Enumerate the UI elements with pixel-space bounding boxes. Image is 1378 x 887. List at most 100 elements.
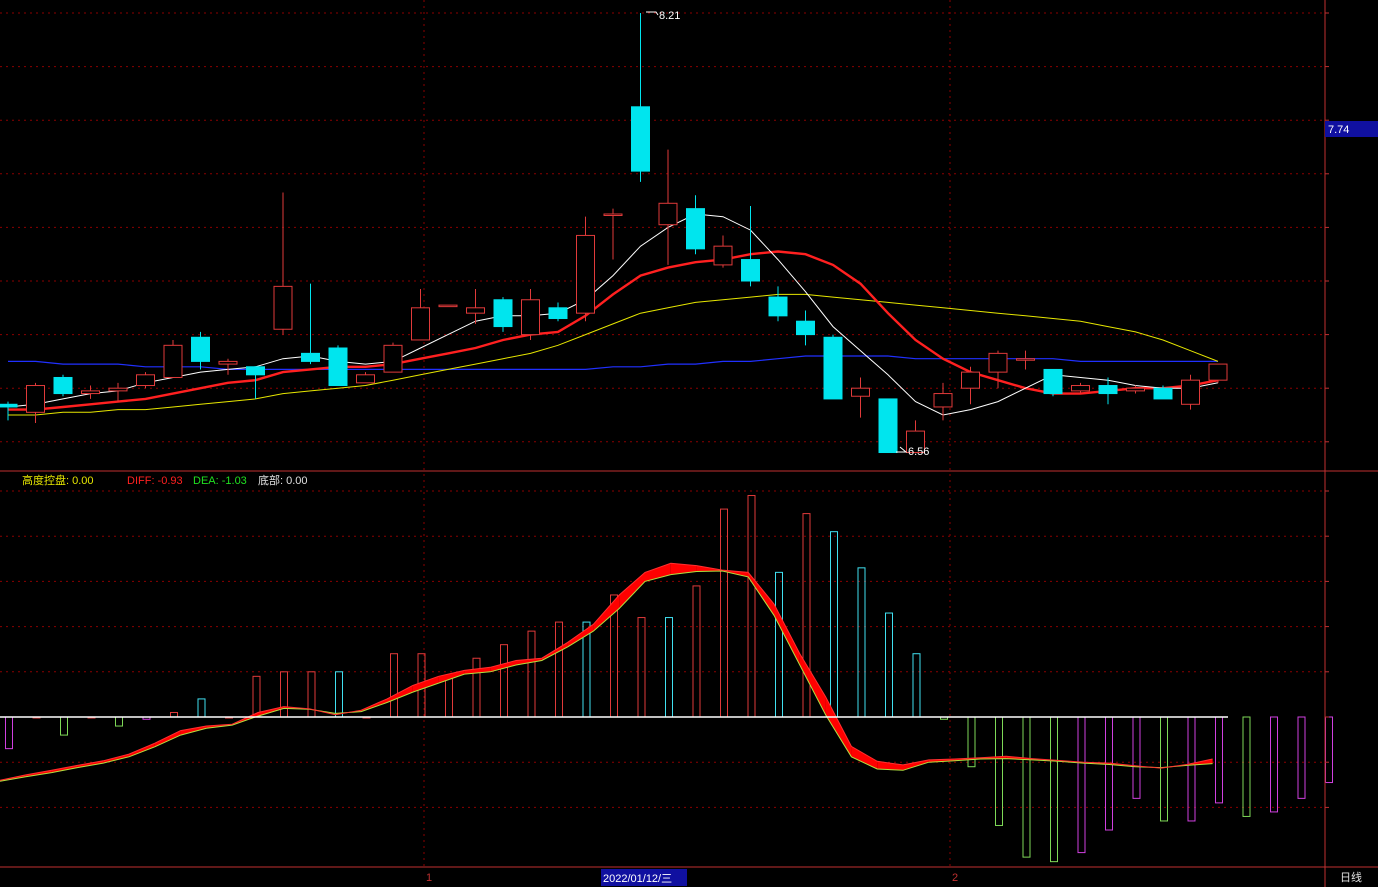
down-candle xyxy=(328,347,348,387)
macd-band-segment xyxy=(851,746,878,769)
stock-chart[interactable]: 7.74 8.21 6.56 高度控盘: 0.00 DIFF: -0.93 DE… xyxy=(0,0,1378,887)
up-candle xyxy=(1126,387,1145,392)
macd-band-segment xyxy=(438,670,465,684)
macd-histogram-bar xyxy=(1187,716,1196,822)
macd-histogram-bar xyxy=(500,644,508,718)
up-candle xyxy=(1071,385,1090,392)
up-candle xyxy=(1016,358,1035,361)
macd-band-segment xyxy=(774,604,800,666)
macd-histogram-bar xyxy=(60,716,68,736)
macd-histogram-bar xyxy=(885,612,893,718)
dea-line xyxy=(0,570,1213,782)
up-candle xyxy=(136,374,155,387)
up-candle xyxy=(218,360,238,365)
macd-histogram-bar xyxy=(5,716,13,750)
macd-histogram-bar xyxy=(857,567,866,718)
up-candle xyxy=(603,213,623,216)
macd-histogram-bar xyxy=(527,630,536,718)
month-marker-2: 2 xyxy=(952,872,958,884)
macd-histogram-bar xyxy=(115,716,123,727)
current-price-tag: 7.74 xyxy=(1328,124,1349,136)
up-candle xyxy=(933,393,953,408)
down-candle xyxy=(548,307,568,320)
legend-bottom: 底部: 0.00 xyxy=(258,473,308,487)
macd-band-segment xyxy=(799,653,826,715)
macd-histogram-bar xyxy=(720,508,728,718)
down-candle xyxy=(768,296,788,317)
down-candle xyxy=(191,336,210,362)
down-candle xyxy=(0,403,18,408)
macd-histogram-bar xyxy=(1022,716,1031,858)
up-candle xyxy=(81,390,100,395)
macd-histogram-bar xyxy=(995,716,1003,826)
up-candle xyxy=(273,285,293,330)
price-axis xyxy=(0,0,1378,887)
down-candle xyxy=(823,336,843,400)
date-badge[interactable]: 2022/01/12/三 xyxy=(603,873,672,885)
macd-histogram-bar xyxy=(390,653,398,718)
up-candle xyxy=(576,234,595,314)
up-candle xyxy=(438,304,458,308)
up-candle xyxy=(356,374,375,384)
macd-histogram-bar xyxy=(280,671,288,718)
macd-histogram-bar xyxy=(1325,716,1333,784)
up-candle xyxy=(466,307,485,314)
macd-band-segment xyxy=(645,563,671,582)
up-candle xyxy=(108,387,128,392)
up-candle xyxy=(26,385,45,413)
down-candle xyxy=(53,376,73,395)
down-candle xyxy=(493,299,513,328)
macd-histogram-bar xyxy=(1050,716,1058,863)
macd-histogram-bar xyxy=(1297,716,1306,799)
down-candle xyxy=(878,398,898,454)
up-candle xyxy=(521,299,540,336)
down-candle xyxy=(1153,387,1173,400)
high-price-label: 8.21 xyxy=(659,10,680,22)
high-marker-icon xyxy=(646,11,659,16)
macd-band-segment xyxy=(593,594,620,632)
macd-histogram-bar xyxy=(692,585,701,718)
down-candle xyxy=(1098,385,1118,395)
down-candle xyxy=(301,352,320,362)
macd-histogram-bar xyxy=(1077,716,1086,854)
macd-band-segment xyxy=(619,572,645,609)
up-candle xyxy=(1181,379,1200,405)
ma-blue-line xyxy=(8,355,1218,370)
macd-histogram-bar xyxy=(775,571,783,718)
low-price-label: 6.56 xyxy=(908,446,929,458)
macd-histogram-bar xyxy=(252,675,261,718)
up-candle xyxy=(411,307,430,341)
up-candle xyxy=(1208,363,1228,381)
macd-histogram-bar xyxy=(555,621,563,718)
up-candle xyxy=(713,245,733,266)
macd-histogram-bar xyxy=(445,675,453,718)
down-candle xyxy=(631,106,650,172)
macd-histogram-bar xyxy=(802,513,811,718)
macd-histogram-bar xyxy=(1105,716,1113,831)
macd-histogram-bar xyxy=(472,657,481,718)
legend-dea: DEA: -1.03 xyxy=(193,475,247,487)
up-candle xyxy=(961,371,980,389)
macd-histogram-bar xyxy=(1270,716,1278,813)
macd-histogram-bar xyxy=(830,531,838,718)
macd-histogram-bar xyxy=(335,671,343,718)
up-candle xyxy=(988,352,1008,373)
down-candle xyxy=(741,259,760,282)
period-label[interactable]: 日线 xyxy=(1340,870,1362,884)
candlestick-series[interactable] xyxy=(0,13,1228,454)
macd-histogram-bar xyxy=(665,617,673,718)
grid-lines xyxy=(0,0,1325,867)
down-candle xyxy=(686,208,705,250)
macd-histogram-bar xyxy=(912,653,921,718)
macd-indicator[interactable] xyxy=(0,495,1333,863)
legend-diff: DIFF: -0.93 xyxy=(127,475,183,487)
up-candle xyxy=(658,202,678,226)
legend-control: 高度控盘: 0.00 xyxy=(22,473,94,487)
macd-histogram-bar xyxy=(1215,716,1223,804)
up-candle xyxy=(383,344,403,373)
macd-band-segment xyxy=(825,696,852,757)
down-candle xyxy=(1043,368,1063,395)
up-candle xyxy=(851,387,870,397)
macd-histogram-bar xyxy=(1160,716,1168,822)
down-candle xyxy=(246,366,265,376)
